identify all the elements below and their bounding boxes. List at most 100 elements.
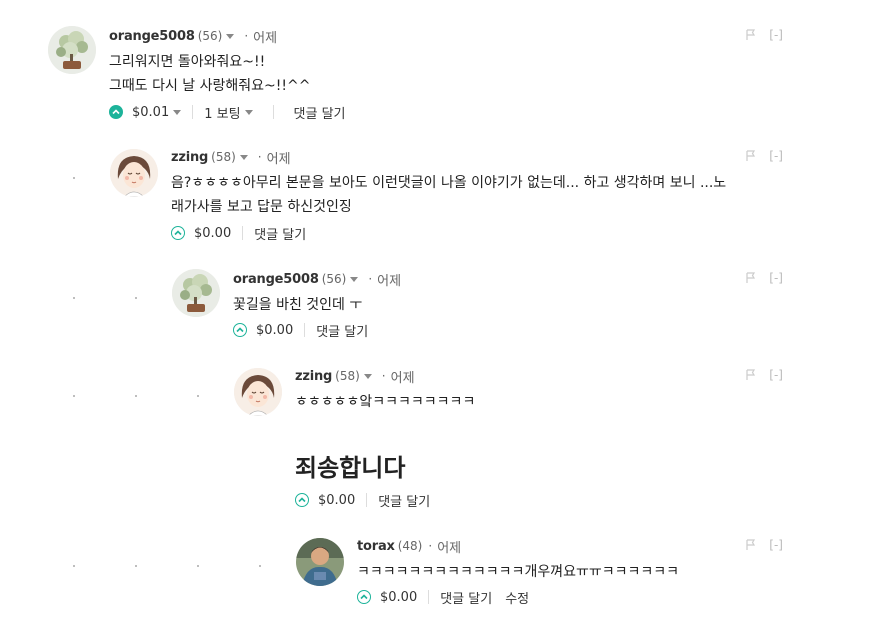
avatar[interactable] [172, 269, 220, 317]
flag-icon[interactable] [745, 29, 757, 41]
thread-dot [197, 565, 199, 567]
separator-dot: · [368, 272, 373, 286]
comment-header: orange5008 (56) · 어제 [233, 269, 401, 289]
edit-button[interactable]: 수정 [505, 588, 529, 607]
vote-count[interactable]: 1 보팅 [204, 103, 240, 122]
author-name[interactable]: orange5008 [109, 29, 195, 44]
upvote-chevron-icon [112, 109, 120, 115]
upvote-button[interactable] [109, 105, 123, 119]
upvote-chevron-icon [236, 327, 244, 333]
caret-down-icon[interactable] [173, 109, 182, 115]
collapse-button[interactable]: [-] [769, 538, 783, 552]
comment-body: ㅎㅎㅎㅎㅎ앜ㅋㅋㅋㅋㅋㅋㅋㅋ [295, 390, 475, 414]
caret-down-icon[interactable] [226, 33, 235, 39]
reply-button[interactable]: 댓글 달기 [378, 491, 430, 510]
comment-item: orange5008 (56) · 어제 [-] 그리워지면 돌아와줘요~!! … [48, 26, 838, 126]
divider [192, 105, 194, 119]
upvote-button[interactable] [233, 323, 247, 337]
thread-dot [135, 297, 137, 299]
reputation: (48) [397, 539, 423, 553]
flag-icon[interactable] [745, 369, 757, 381]
reply-button[interactable]: 댓글 달기 [440, 588, 492, 607]
comment-item: zzing (58) · 어제 [-] 음?ㅎㅎㅎㅎ아무리 본문을 보아도 이런… [110, 147, 838, 247]
timestamp[interactable]: 어제 [377, 270, 401, 289]
comment-header: zzing (58) · 어제 [295, 366, 415, 386]
divider [366, 493, 368, 507]
upvote-chevron-icon [360, 594, 368, 600]
reputation: (56) [321, 272, 347, 286]
caret-down-icon[interactable] [363, 373, 372, 379]
avatar[interactable] [296, 538, 344, 586]
comment-header: zzing (58) · 어제 [171, 147, 291, 167]
timestamp[interactable]: 어제 [391, 367, 415, 386]
avatar[interactable] [48, 26, 96, 74]
reply-button[interactable]: 댓글 달기 [316, 321, 368, 340]
reply-button[interactable]: 댓글 달기 [294, 103, 346, 122]
comment-body: ㅋㅋㅋㅋㅋㅋㅋㅋㅋㅋㅋㅋㅋ개우껴요ㅠㅠㅋㅋㅋㅋㅋㅋ [357, 560, 679, 584]
comment-line: 래가사를 보고 답문 하신것인징 [171, 199, 352, 215]
collapse-button[interactable]: [-] [769, 368, 783, 382]
comment-footer: $0.00 댓글 달기 [233, 320, 368, 340]
comment-line: 그리워지면 돌아와줘요~!! [109, 54, 266, 70]
comment-item: torax (48) · 어제 [-] ㅋㅋㅋㅋㅋㅋㅋㅋㅋㅋㅋㅋㅋ개우껴요ㅠㅠㅋ… [296, 536, 838, 616]
comment-actions: [-] [745, 149, 783, 163]
timestamp[interactable]: 어제 [253, 27, 277, 46]
divider [304, 323, 306, 337]
caret-down-icon[interactable] [244, 109, 253, 115]
thread-dot [73, 565, 75, 567]
reputation: (58) [211, 150, 236, 164]
payout-value[interactable]: $0.00 [256, 323, 293, 338]
caret-down-icon[interactable] [350, 276, 359, 282]
flag-icon[interactable] [745, 150, 757, 162]
comment-item: zzing (58) · 어제 [-] ㅎㅎㅎㅎㅎ앜ㅋㅋㅋㅋㅋㅋㅋㅋ 죄송합니다… [234, 366, 838, 516]
upvote-button[interactable] [357, 590, 371, 604]
author-name[interactable]: torax [357, 539, 395, 554]
comment-body: 음?ㅎㅎㅎㅎ아무리 본문을 보아도 이런댓글이 나올 이야기가 없는데... 하… [171, 171, 726, 219]
upvote-button[interactable] [295, 493, 309, 507]
avatar[interactable] [234, 368, 282, 416]
collapse-button[interactable]: [-] [769, 149, 783, 163]
payout-value[interactable]: $0.01 [132, 105, 169, 120]
thread-dot [73, 177, 75, 179]
upvote-button[interactable] [171, 226, 185, 240]
separator-dot: · [244, 29, 249, 43]
timestamp[interactable]: 어제 [437, 537, 461, 556]
reputation: (56) [197, 29, 223, 43]
comment-header: torax (48) · 어제 [357, 536, 461, 556]
timestamp[interactable]: 어제 [267, 148, 291, 167]
divider [428, 590, 430, 604]
payout-value[interactable]: $0.00 [194, 226, 231, 241]
comment-actions: [-] [745, 368, 783, 382]
avatar[interactable] [110, 149, 158, 197]
comment-line: ㅎㅎㅎㅎㅎ앜ㅋㅋㅋㅋㅋㅋㅋㅋ [295, 394, 476, 410]
thread-dot [135, 565, 137, 567]
separator-dot: · [428, 539, 433, 553]
thread-dot [197, 395, 199, 397]
flag-icon[interactable] [745, 272, 757, 284]
thread-dot [73, 395, 75, 397]
comment-line: 그때도 다시 날 사랑해줘요~!!^^ [109, 78, 311, 94]
comment-heading: 죄송합니다 [295, 454, 406, 482]
divider [272, 105, 274, 119]
collapse-button[interactable]: [-] [769, 271, 783, 285]
payout-value[interactable]: $0.00 [318, 493, 355, 508]
author-name[interactable]: zzing [171, 150, 208, 165]
comment-footer: $0.01 1 보팅 댓글 달기 [109, 102, 346, 122]
comment-header: orange5008 (56) · 어제 [109, 26, 277, 46]
separator-dot: · [257, 150, 262, 164]
comment-footer: $0.00 댓글 달기 [295, 490, 430, 510]
comment-line: 음?ㅎㅎㅎㅎ아무리 본문을 보아도 이런댓글이 나올 이야기가 없는데... 하… [171, 175, 727, 191]
comment-line: 꽃길을 바친 것인데 ㅜ [233, 297, 363, 313]
divider [242, 226, 244, 240]
collapse-button[interactable]: [-] [769, 28, 783, 42]
author-name[interactable]: orange5008 [233, 272, 319, 287]
comment-item: orange5008 (56) · 어제 [-] 꽃길을 바친 것인데 ㅜ $0… [172, 269, 838, 349]
author-name[interactable]: zzing [295, 369, 332, 384]
comment-actions: [-] [745, 271, 783, 285]
separator-dot: · [381, 369, 386, 383]
reply-button[interactable]: 댓글 달기 [254, 224, 306, 243]
flag-icon[interactable] [745, 539, 757, 551]
payout-value[interactable]: $0.00 [380, 590, 417, 605]
comment-actions: [-] [745, 28, 783, 42]
caret-down-icon[interactable] [239, 154, 248, 160]
